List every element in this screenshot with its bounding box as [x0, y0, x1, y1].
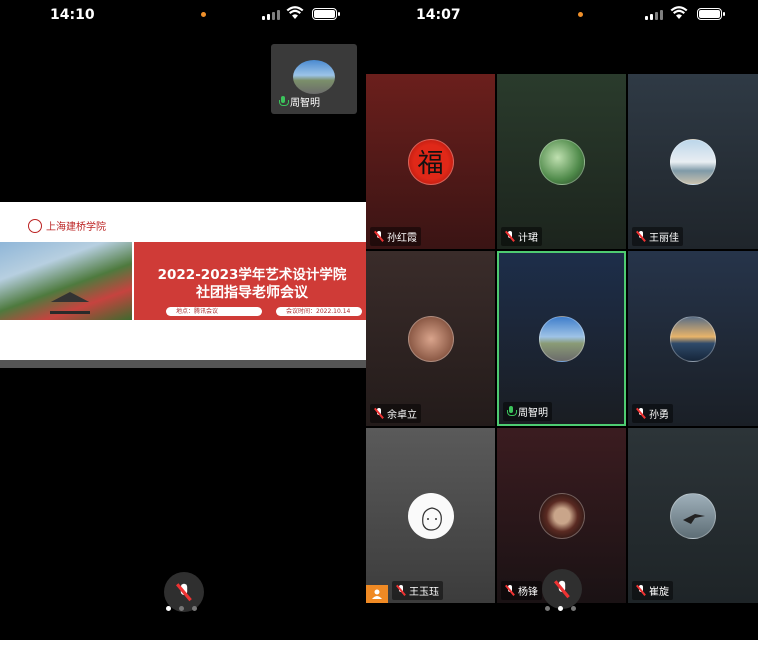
participant-tag: 王丽佳 [632, 227, 683, 246]
participant-tile[interactable]: 孙勇 [628, 251, 758, 426]
participant-name: 孙红霞 [387, 233, 417, 244]
meeting-date-label: 会议时间：2022.10.14 [276, 307, 362, 316]
battery-icon [697, 8, 725, 20]
campus-photo [0, 242, 132, 320]
avatar [293, 60, 335, 94]
slide-title: 2022-2023学年艺术设计学院 [157, 267, 347, 283]
participant-name: 王玉珏 [409, 587, 439, 598]
shared-presentation: 上海建桥学院 2022-2023学年艺术设计学院 社团指导老师会议 地点：腾讯会… [0, 202, 366, 368]
slide-footer-bar [0, 360, 366, 368]
participant-tile[interactable]: 福 孙红霞 [366, 74, 495, 249]
page-indicator [545, 606, 576, 611]
participant-name: 计珺 [518, 233, 538, 244]
mic-muted-icon [505, 231, 515, 242]
mic-muted-icon [505, 585, 515, 596]
recording-dot [578, 12, 583, 17]
participant-tag: 孙勇 [632, 404, 673, 423]
university-logo: 上海建桥学院 [28, 218, 106, 233]
participant-tile[interactable]: 崔旋 [628, 428, 758, 603]
right-phone-screen: 14:07 福 孙红霞 计珺 王丽佳 余卓立 周智明 孙勇 王玉珏 杨锋 崔旋 [366, 0, 758, 640]
participant-name: 周智明 [290, 98, 320, 109]
left-phone-screen: 14:10 周智明 上海建桥学院 2022-2023学年艺术设计学院 社团指导老… [0, 0, 366, 640]
avatar [670, 138, 716, 185]
mic-muted-icon [396, 585, 406, 596]
participant-tag: 周智明 [275, 92, 324, 111]
participant-tag: 孙红霞 [370, 227, 421, 246]
avatar [670, 492, 716, 539]
participant-tile-speaking[interactable]: 周智明 [497, 251, 626, 426]
location-label: 地点：腾讯会议 [166, 307, 262, 316]
signal-icon [262, 10, 280, 20]
participant-tag: 杨锋 [501, 581, 542, 600]
avatar [538, 315, 585, 362]
signal-icon [645, 10, 663, 20]
mic-muted-icon [636, 585, 646, 596]
fu-character-icon: 福 [407, 138, 454, 185]
wifi-icon [286, 6, 304, 19]
mic-muted-icon [636, 408, 646, 419]
participant-tag: 崔旋 [632, 581, 673, 600]
avatar [538, 138, 585, 185]
page-indicator [166, 606, 197, 611]
participant-name: 孙勇 [649, 410, 669, 421]
participant-tag: 余卓立 [370, 404, 421, 423]
mic-active-icon [279, 96, 289, 107]
mic-muted-icon [374, 408, 384, 419]
mic-muted-icon [374, 231, 384, 242]
participant-tag: 王玉珏 [392, 581, 443, 600]
participant-name: 崔旋 [649, 587, 669, 598]
participant-tile[interactable]: 计珺 [497, 74, 626, 249]
mute-toggle-button[interactable] [542, 569, 582, 609]
avatar [538, 492, 585, 539]
participant-tag: 周智明 [503, 402, 552, 421]
recording-dot [201, 12, 206, 17]
avatar [407, 315, 454, 362]
self-video-thumbnail[interactable]: 周智明 [271, 44, 357, 114]
avatar [670, 315, 716, 362]
mic-muted-icon [176, 583, 192, 601]
sketch-face-avatar [407, 492, 454, 539]
slide-subtitle: 社团指导老师会议 [196, 285, 308, 301]
status-time: 14:07 [416, 7, 461, 23]
mic-muted-icon [636, 231, 646, 242]
participant-name: 杨锋 [518, 587, 538, 598]
participant-tile[interactable]: 余卓立 [366, 251, 495, 426]
participant-name: 王丽佳 [649, 233, 679, 244]
participant-tile[interactable]: 王玉珏 [366, 428, 495, 603]
status-time: 14:10 [50, 7, 95, 23]
camera-icon [366, 585, 388, 603]
participant-name: 余卓立 [387, 410, 417, 421]
participant-name: 周智明 [518, 408, 548, 419]
participant-tile[interactable]: 王丽佳 [628, 74, 758, 249]
mic-muted-icon [554, 580, 570, 598]
mic-active-icon [507, 406, 517, 417]
battery-icon [312, 8, 340, 20]
participant-tag: 计珺 [501, 227, 542, 246]
wifi-icon [670, 6, 688, 19]
